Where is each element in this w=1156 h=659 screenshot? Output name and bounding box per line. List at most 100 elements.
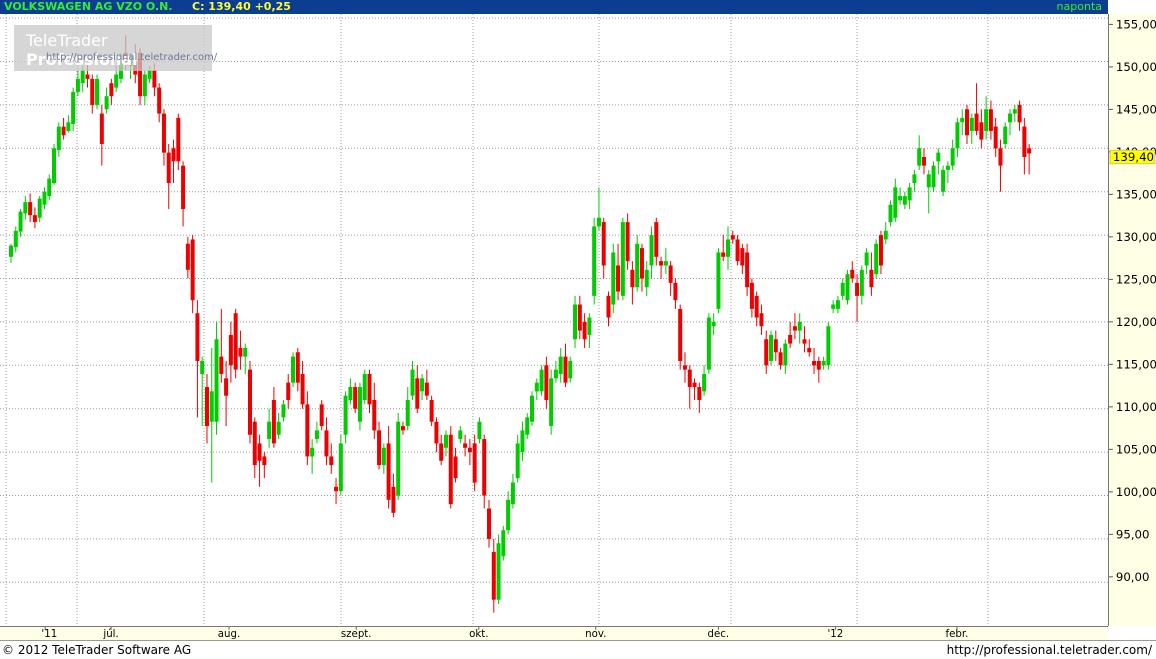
candle-body [109,83,114,97]
candle-body [276,421,281,435]
candle-body [152,70,157,88]
copyright-text: © 2012 TeleTrader Software AG [2,643,192,657]
candle-body [601,222,606,266]
watermark-brand: TeleTrader Professional [26,31,138,69]
candle [682,352,687,383]
candle-body [501,530,506,557]
candle-body [424,382,429,396]
x-tick-label: szept. [341,629,372,640]
candle [463,434,468,457]
candle [195,300,200,418]
candle-body [262,456,267,466]
candle-body [706,317,711,370]
candle [673,278,678,309]
candle-body [372,400,377,431]
candle-body [563,356,568,383]
candle-body [950,148,955,166]
candle-body [716,252,721,309]
candle [620,217,625,301]
candle-body [649,235,654,266]
candle-body [931,165,936,188]
candle-body [224,378,229,396]
candle [792,313,797,340]
candle-body [291,356,296,383]
candle-body [687,369,692,387]
footer-url[interactable]: http://professional.teletrader.com/ [947,643,1152,657]
candle [276,413,281,440]
candle-body [463,443,468,448]
candle [391,473,396,518]
candle-body [248,369,252,435]
candle-body [749,282,754,309]
candle-body [510,482,515,505]
candle [974,83,979,136]
candle-body [812,360,817,366]
candle-body [616,265,621,292]
candle [534,378,539,401]
candle [955,117,960,157]
candle [334,478,339,505]
candle [831,300,836,314]
interval-label[interactable]: naponta [1057,0,1102,14]
candle [563,343,568,387]
candle [496,534,501,604]
candle [663,248,668,275]
candle-body [396,421,401,496]
candle [109,78,114,105]
candle [434,417,439,453]
candle-body [353,387,358,409]
candle [405,387,410,431]
candle-body [243,347,248,357]
candle-body [740,248,745,266]
candle-body [343,395,348,435]
candle [515,434,520,483]
candle [702,365,707,396]
candle [816,356,821,383]
candle [410,360,415,401]
candle-body [338,443,343,492]
candle-body [702,373,707,392]
y-tick-label: 100,00 [1116,485,1156,499]
candle [697,382,702,414]
candle [1008,109,1013,136]
candle [577,295,582,340]
candle [181,161,186,227]
candle-body [620,222,625,296]
candle-body [300,373,305,405]
candle [716,248,721,314]
candle-body [907,187,912,201]
teletrader-watermark: TeleTrader Professional http://professio… [14,25,217,71]
candle-body [458,430,463,440]
candle [812,347,817,374]
candle-body [185,243,190,270]
candle [329,443,334,474]
candle [1017,100,1022,131]
candle-body [286,382,291,401]
candle-body [558,356,563,374]
candle [969,113,974,144]
candle-body [898,196,903,201]
candle [9,243,13,263]
candle [415,365,420,414]
price-chart[interactable] [0,14,1108,626]
candle-body [233,313,238,370]
candle-body [663,261,668,266]
candle-body [1008,113,1013,123]
candle [429,395,434,427]
candle [286,373,291,409]
candle [467,439,472,466]
candle-body [874,243,879,275]
candle-body [348,387,353,401]
candle [338,434,343,496]
candle-body [596,217,601,227]
candle [941,165,946,197]
candle [936,148,941,175]
candle [902,191,907,210]
candle-body [845,274,850,301]
candle-body [80,70,85,84]
candle-body [448,434,453,505]
candle [214,321,219,435]
candle-body [190,239,195,301]
candle [61,117,66,140]
candle-body [357,387,362,422]
